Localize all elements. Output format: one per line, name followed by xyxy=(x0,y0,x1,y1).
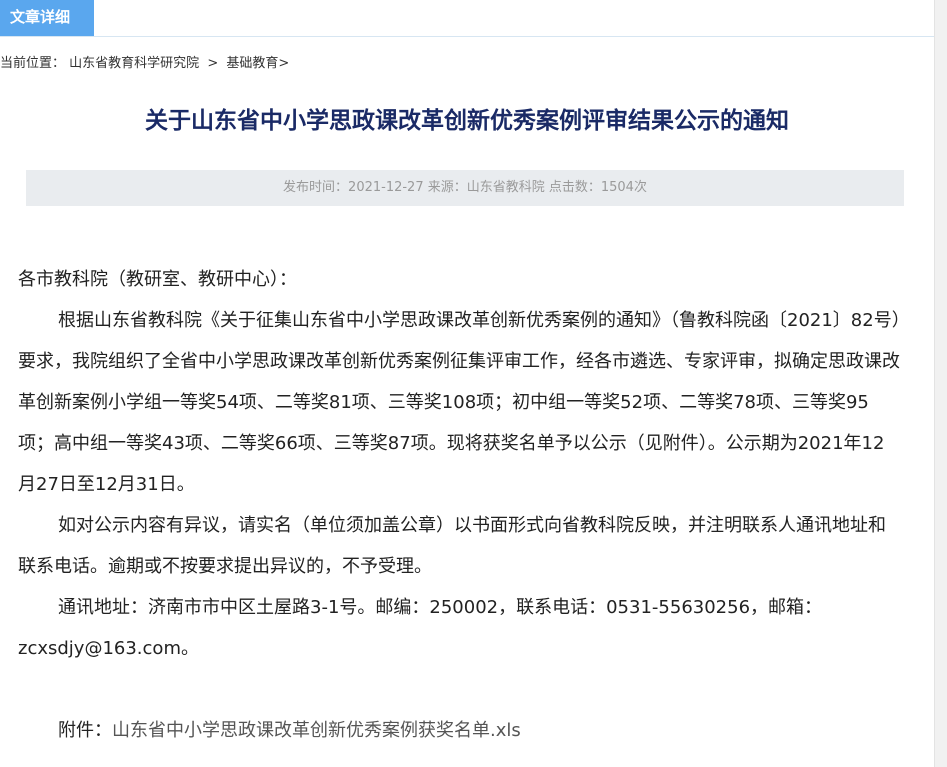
breadcrumb-item-basic-education[interactable]: 基础教育 xyxy=(226,56,278,71)
article-page: 文章详细 当前位置： 山东省教育科学研究院 > 基础教育> 关于山东省中小学思政… xyxy=(0,0,947,767)
tab-article-detail[interactable]: 文章详细 xyxy=(0,0,94,36)
paragraph-contact: 通讯地址：济南市市中区土屋路3-1号。邮编：250002，联系电话：0531-5… xyxy=(18,597,823,659)
article-meta: 发布时间：2021-12-27 来源：山东省教科院 点击数：1504次 xyxy=(26,170,904,206)
attachment-link[interactable]: 山东省中小学思政课改革创新优秀案例获奖名单.xls xyxy=(112,720,521,741)
breadcrumb-separator: > xyxy=(207,56,219,71)
attachment-label: 附件： xyxy=(58,720,112,741)
paragraph-main: 根据山东省教科院《关于征集山东省中小学思政课改革创新优秀案例的通知》（鲁教科院函… xyxy=(18,310,901,495)
breadcrumb: 当前位置： 山东省教育科学研究院 > 基础教育> xyxy=(0,52,289,71)
vertical-scrollbar[interactable] xyxy=(934,0,947,767)
breadcrumb-trailing-separator: > xyxy=(278,56,290,71)
article-title: 关于山东省中小学思政课改革创新优秀案例评审结果公示的通知 xyxy=(145,108,789,134)
breadcrumb-prefix: 当前位置： xyxy=(0,56,66,71)
tab-bar: 文章详细 xyxy=(0,0,934,37)
salutation: 各市教科院（教研室、教研中心）： xyxy=(18,269,297,290)
article-body: 各市教科院（教研室、教研中心）： 根据山东省教科院《关于征集山东省中小学思政课改… xyxy=(18,259,902,751)
attachment-line: 附件：山东省中小学思政课改革创新优秀案例获奖名单.xls xyxy=(18,710,902,751)
breadcrumb-item-institute[interactable]: 山东省教育科学研究院 xyxy=(69,56,199,71)
paragraph-objection: 如对公示内容有异议，请实名（单位须加盖公章）以书面形式向省教科院反映，并注明联系… xyxy=(18,515,886,577)
